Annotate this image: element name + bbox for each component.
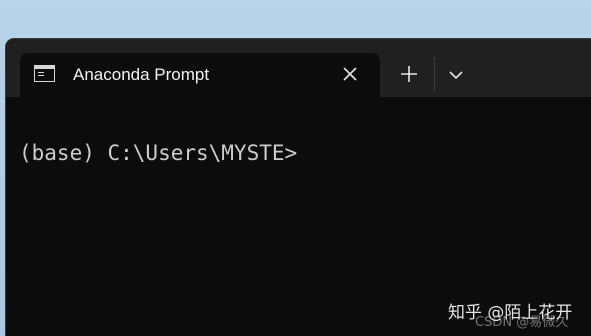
plus-icon[interactable] bbox=[396, 61, 422, 87]
divider bbox=[434, 57, 435, 91]
command-prompt: (base) C:\Users\MYSTE> bbox=[19, 141, 298, 165]
tab-title: Anaconda Prompt bbox=[73, 65, 210, 84]
terminal-window: Anaconda Prompt (base) C:\Users\MYSTE> bbox=[6, 39, 591, 336]
title-bar: Anaconda Prompt bbox=[6, 39, 591, 97]
tab-anaconda-prompt[interactable]: Anaconda Prompt bbox=[20, 53, 380, 97]
chevron-down-icon[interactable] bbox=[444, 63, 468, 87]
console-icon bbox=[34, 65, 55, 82]
close-icon[interactable] bbox=[338, 62, 362, 86]
csdn-watermark: CSDN @易微久 bbox=[475, 315, 569, 330]
